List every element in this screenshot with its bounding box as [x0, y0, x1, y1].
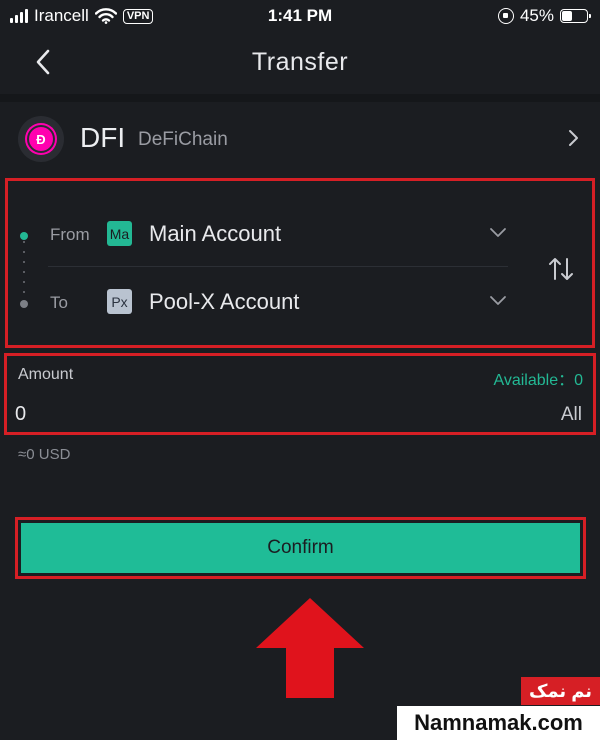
- amount-label: Amount: [18, 366, 74, 383]
- from-account-name: Main Account: [149, 221, 282, 246]
- status-right: 45%: [497, 6, 591, 26]
- watermark-site: Namnamak.com: [397, 706, 600, 740]
- swap-accounts-icon[interactable]: [546, 255, 576, 283]
- divider: [0, 94, 600, 102]
- battery-percent: 45%: [519, 6, 554, 25]
- to-account-name: Pool-X Account: [149, 289, 300, 314]
- chevron-right-icon: [569, 130, 578, 146]
- transfer-accounts-panel: From Ma Main Account To Px Pool-X Accoun…: [5, 178, 595, 348]
- amount-input[interactable]: [15, 400, 495, 428]
- usd-estimate: ≈0 USD: [18, 446, 71, 463]
- amount-panel: Amount Available：0 All: [4, 353, 596, 435]
- available-balance: Available：0: [493, 372, 583, 389]
- status-bar: Irancell VPN 1:41 PM 45%: [0, 0, 600, 32]
- coin-symbol: DFI: [80, 122, 126, 153]
- dfi-coin-icon: Đ: [18, 116, 64, 162]
- dfi-coin-logo: Đ: [27, 125, 55, 153]
- main-account-badge: Ma: [107, 221, 132, 246]
- to-account-selector[interactable]: To Px Pool-X Account: [8, 273, 518, 337]
- from-account-selector[interactable]: From Ma Main Account: [8, 205, 518, 269]
- confirm-button[interactable]: Confirm: [21, 523, 580, 573]
- up-arrow-icon: [256, 598, 364, 698]
- to-label: To: [50, 293, 68, 312]
- from-dot-icon: [20, 232, 28, 240]
- header: Transfer: [0, 32, 600, 94]
- chevron-down-icon: [490, 296, 506, 305]
- from-label: From: [50, 225, 90, 244]
- watermark-persian: نم نمک: [521, 677, 600, 705]
- coin-selector[interactable]: Đ DFI DeFiChain: [0, 104, 600, 174]
- page-title: Transfer: [251, 48, 349, 76]
- coin-name: DeFiChain: [138, 129, 228, 150]
- battery-fill: [562, 11, 572, 21]
- orientation-lock-icon: [497, 8, 514, 24]
- to-dot-icon: [20, 300, 28, 308]
- all-button[interactable]: All: [561, 404, 582, 426]
- battery-icon: [560, 9, 591, 23]
- pool-x-account-badge: Px: [107, 289, 132, 314]
- account-separator: [48, 266, 508, 267]
- chevron-down-icon: [490, 228, 506, 237]
